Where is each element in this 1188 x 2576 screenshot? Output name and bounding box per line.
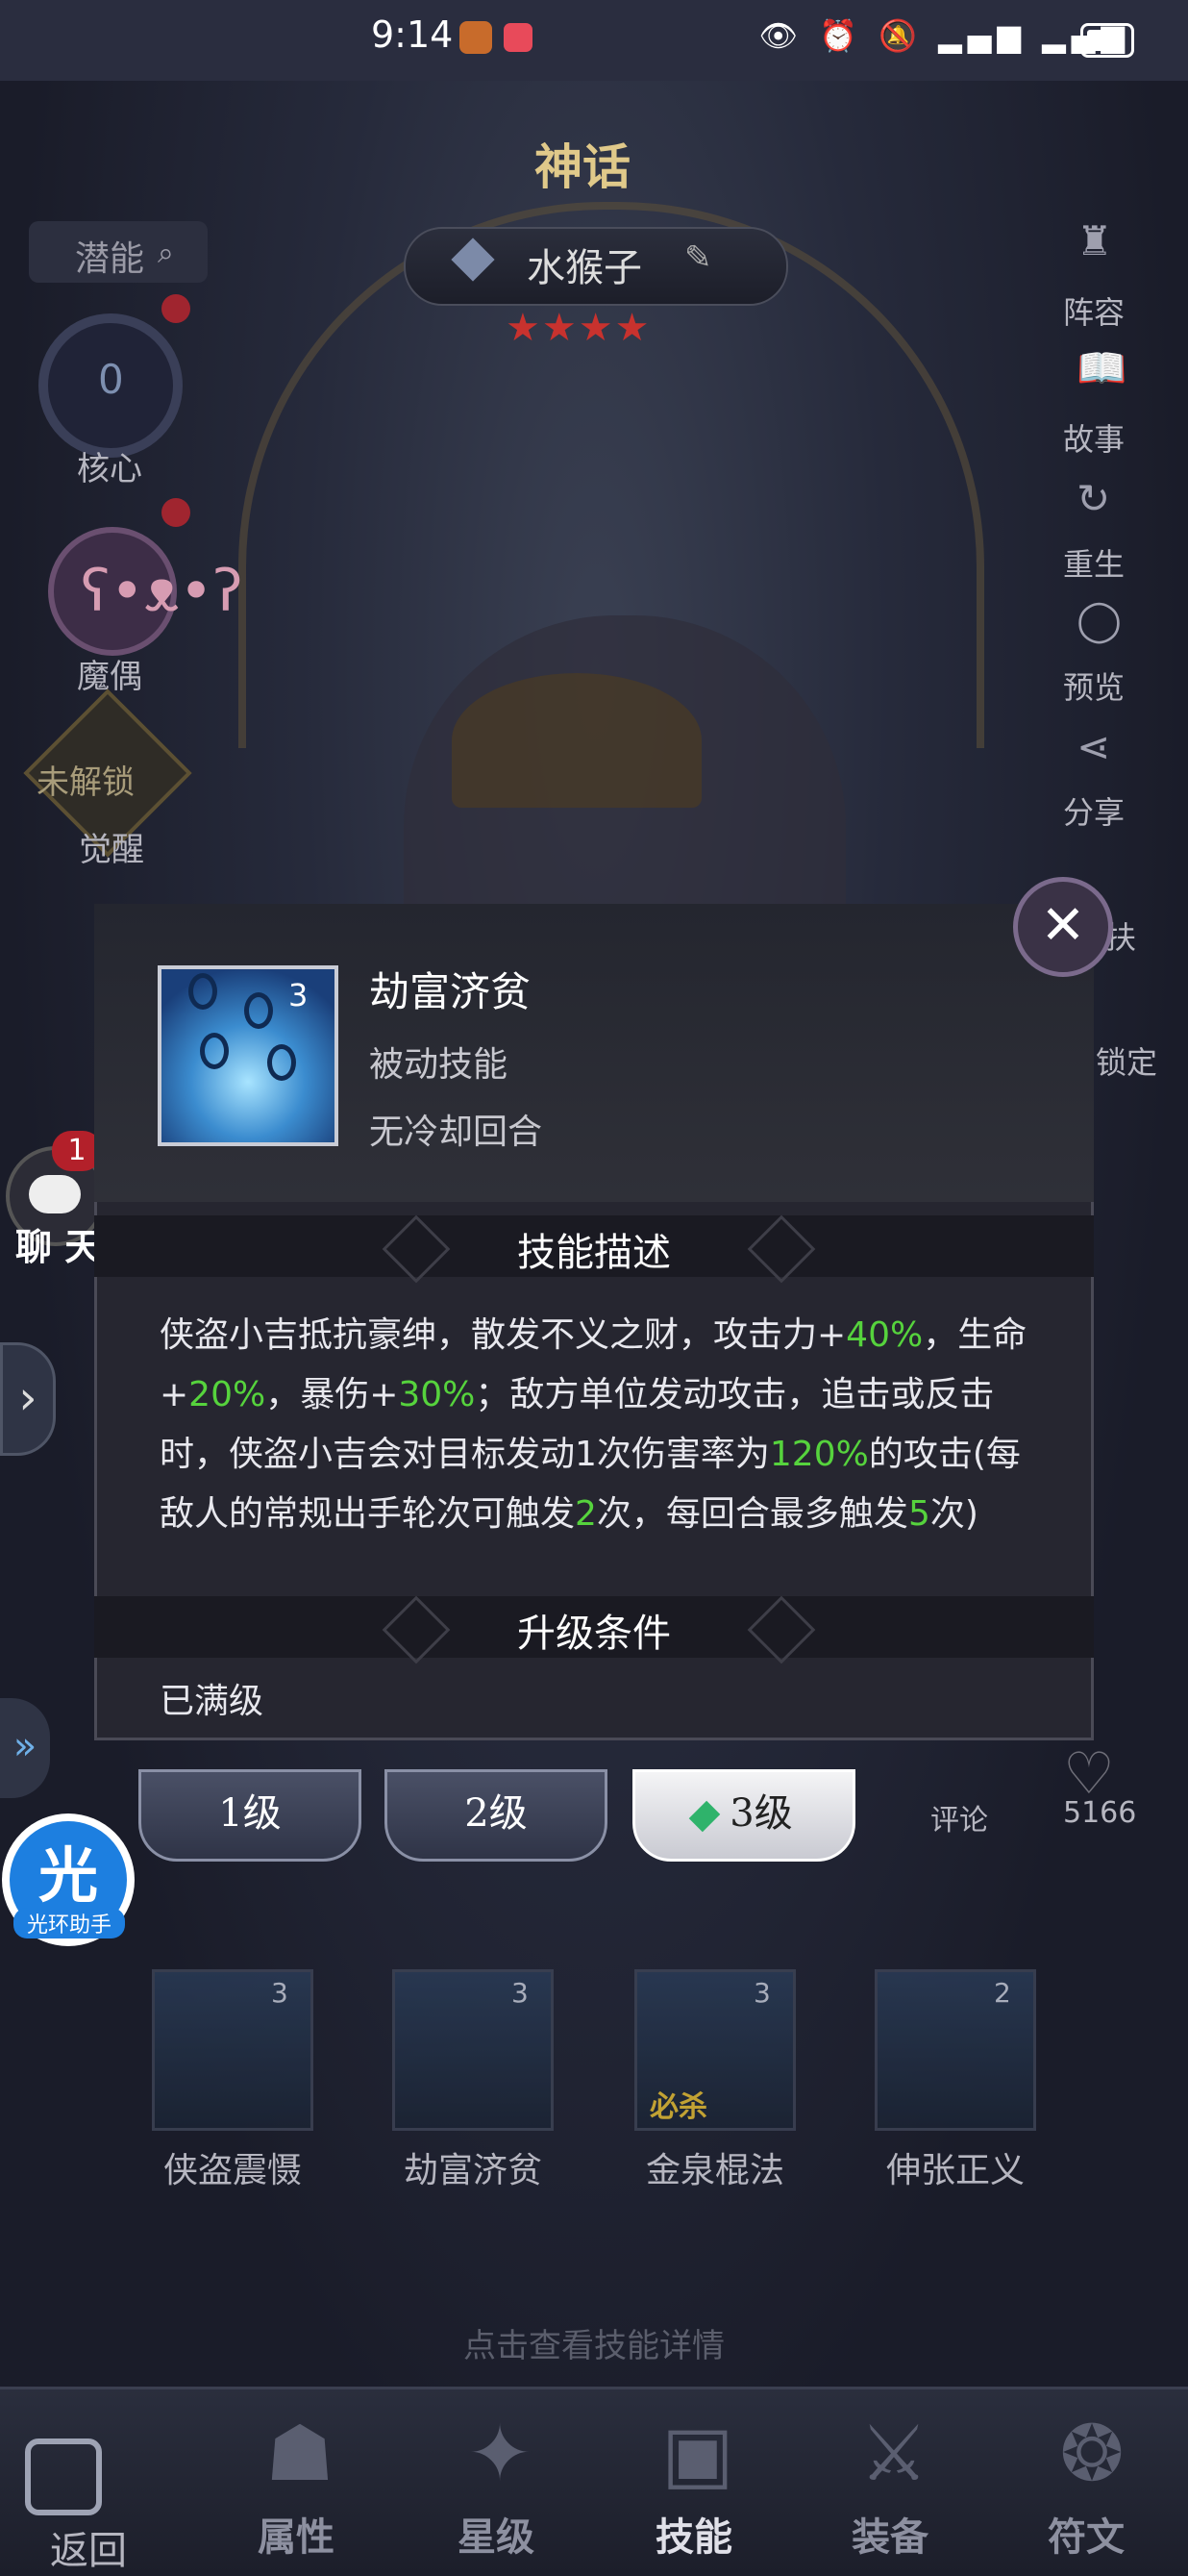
battery-icon xyxy=(1080,23,1134,58)
skill-slot-2[interactable] xyxy=(392,1969,554,2131)
story-book-icon[interactable]: 📖 xyxy=(1077,344,1126,391)
nav-skills[interactable]: 技能 xyxy=(607,2506,780,2562)
skill-type: 被动技能 xyxy=(369,1045,508,1085)
expand-left-panel-button[interactable]: › xyxy=(0,1342,56,1456)
skill-slot-level: 3 xyxy=(754,1977,771,2009)
preview-icon[interactable]: ◯ xyxy=(1077,596,1123,643)
back-button[interactable]: 返回 xyxy=(50,2519,127,2575)
coin-skill-icon xyxy=(158,965,338,1146)
level-tab-1[interactable]: 1级 xyxy=(138,1769,361,1862)
side-item-preview[interactable]: 预览 xyxy=(1063,663,1125,708)
skill-slot-4[interactable] xyxy=(875,1969,1036,2131)
notification-dot xyxy=(161,294,190,323)
upgrade-section-title: 升级条件 xyxy=(517,1612,671,1656)
skill-hint-text: 点击查看技能详情 xyxy=(463,2327,725,2365)
skill-level-badge: 3 xyxy=(288,977,309,1013)
nav-runes[interactable]: 符文 xyxy=(1000,2506,1173,2562)
ultimate-tag: 必杀 xyxy=(650,2090,707,2124)
chat-bubble-icon xyxy=(29,1175,81,1213)
helper-label: 光环助手 xyxy=(13,1908,125,1938)
equipment-swords-icon[interactable]: ⚔ xyxy=(846,2406,942,2502)
hero-stars: ★★★★ xyxy=(506,306,652,350)
lineup-icon[interactable]: ♜ xyxy=(1077,217,1123,264)
coin-shape xyxy=(267,1044,296,1081)
coin-shape xyxy=(200,1033,229,1069)
hero-name: 水猴子 xyxy=(527,246,642,290)
rarity-title: 神话 xyxy=(534,139,631,195)
upgrade-status: 已满级 xyxy=(160,1682,264,1721)
side-item-rebirth[interactable]: 重生 xyxy=(1063,540,1125,585)
hero-hat xyxy=(452,673,702,808)
skill-name: 劫富济贫 xyxy=(369,968,532,1015)
status-time: 9:14 xyxy=(371,13,454,56)
skill-slot-1[interactable] xyxy=(152,1969,313,2131)
share-icon[interactable]: ⋖ xyxy=(1077,723,1123,770)
status-icons: 👁 ⏰ 🔕 ▂▄▆ ▂▄▆ xyxy=(758,17,1130,54)
skill-slot-label: 金泉棍法 xyxy=(645,2151,784,2190)
side-item-lineup[interactable]: 阵容 xyxy=(1063,288,1125,333)
app-notification-icon-2 xyxy=(504,23,532,52)
gem-icon xyxy=(689,1800,721,1833)
close-icon[interactable]: ✕ xyxy=(1013,877,1113,977)
bear-icon: ʕ•ᴥ•ʔ xyxy=(81,558,243,625)
app-notification-icon xyxy=(459,21,492,54)
coin-shape xyxy=(188,973,217,1010)
core-label: 核心 xyxy=(77,450,142,488)
skill-slot-label: 劫富济贫 xyxy=(403,2151,542,2190)
rebirth-icon[interactable]: ↻ xyxy=(1077,475,1123,522)
skills-book-icon[interactable]: ▣ xyxy=(650,2406,746,2502)
comment-button[interactable]: 评论 xyxy=(930,1796,988,1838)
desc-section-title: 技能描述 xyxy=(517,1231,671,1275)
side-item-lock[interactable]: 锁定 xyxy=(1096,1038,1157,1083)
nav-equipment[interactable]: 装备 xyxy=(804,2506,977,2562)
skill-slot-label: 侠盗震慑 xyxy=(162,2151,302,2190)
skill-description: 侠盗小吉抵抗豪绅，散发不义之财，攻击力+40%，生命+20%，暴伤+30%；敌方… xyxy=(160,1315,1027,1534)
awaken-label: 觉醒 xyxy=(79,831,144,869)
skill-slot-level: 2 xyxy=(994,1977,1011,2009)
skill-slot-label: 伸张正义 xyxy=(885,2151,1025,2190)
rune-icon[interactable]: ❂ xyxy=(1044,2406,1140,2502)
potential-label: 潜能 xyxy=(75,239,145,279)
notification-dot xyxy=(161,498,190,527)
skill-slot-level: 3 xyxy=(511,1977,529,2009)
back-door-icon[interactable] xyxy=(25,2438,102,2515)
side-item-share[interactable]: 分享 xyxy=(1063,788,1125,833)
skill-slot-level: 3 xyxy=(271,1977,288,2009)
level-tab-3[interactable]: 3级 xyxy=(632,1769,855,1862)
core-value: 0 xyxy=(98,356,124,403)
attributes-icon[interactable]: ☗ xyxy=(252,2406,348,2502)
nav-attributes[interactable]: 属性 xyxy=(210,2506,383,2562)
search-icon: ⌕ xyxy=(158,237,174,270)
skill-cooldown: 无冷却回合 xyxy=(369,1113,543,1152)
level-tab-2[interactable]: 2级 xyxy=(384,1769,607,1862)
nav-star-level[interactable]: 星级 xyxy=(409,2506,582,2562)
like-count: 5166 xyxy=(1063,1796,1137,1830)
rename-quill-icon[interactable]: ✎ xyxy=(684,238,712,277)
star-level-icon[interactable]: ✦ xyxy=(452,2406,548,2502)
side-item-story[interactable]: 故事 xyxy=(1063,415,1125,460)
coin-shape xyxy=(244,992,273,1029)
chat-label[interactable]: 聊 天 xyxy=(15,1217,101,1270)
helper-glyph: 光 xyxy=(38,1840,99,1911)
awaken-locked-text: 未解锁 xyxy=(37,763,135,802)
